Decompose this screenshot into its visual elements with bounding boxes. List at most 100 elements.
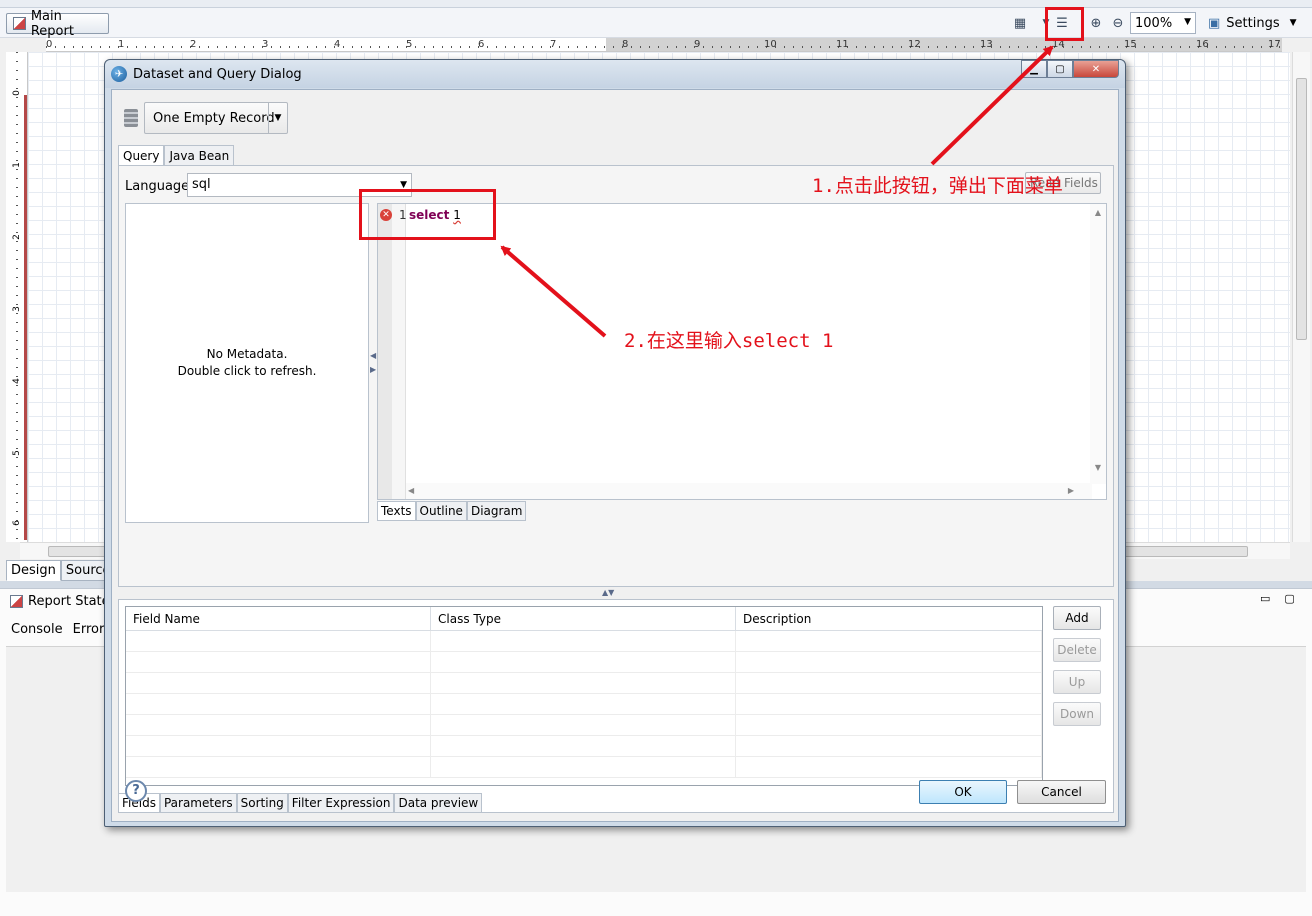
settings-label: Settings: [1226, 15, 1280, 31]
ruler-out-of-page: [606, 38, 1282, 51]
ruler-number: 6: [11, 520, 22, 526]
horizontal-ruler: 0 1 2 3 4 5 6 7 8 9 10 11 12 13 14 15 16…: [46, 38, 1282, 52]
table-row: [126, 694, 1042, 715]
metadata-tree[interactable]: No Metadata. Double click to refresh.: [125, 203, 369, 523]
splitter-arrows-icon[interactable]: ◀ ▶: [370, 349, 376, 377]
editor-horizontal-scrollbar[interactable]: ◀ ▶: [406, 483, 1092, 499]
tab-sorting[interactable]: Sorting: [236, 793, 288, 813]
data-adapter-value: One Empty Record: [153, 110, 275, 126]
table-row: [126, 715, 1042, 736]
close-icon[interactable]: ✕: [1073, 60, 1119, 78]
tab-console[interactable]: Console: [11, 622, 63, 637]
scroll-left-icon[interactable]: ◀: [408, 486, 414, 495]
compile-icon[interactable]: ▦: [1010, 13, 1030, 33]
panel-controls: ▭ ▢: [1260, 592, 1295, 605]
dialog-body: One Empty Record ▼ Query Java Bean Langu…: [111, 89, 1119, 822]
table-row: [126, 631, 1042, 652]
canvas-vertical-scrollbar[interactable]: [1292, 52, 1310, 542]
language-value: sql: [192, 177, 211, 192]
dialog-titlebar[interactable]: ✈ Dataset and Query Dialog ▁ ▢ ✕: [105, 60, 1125, 88]
down-button[interactable]: Down: [1053, 702, 1101, 726]
query-panel: Language sql ▼ Read Fields No Metadata. …: [118, 165, 1114, 587]
ruler-number: 2: [11, 234, 22, 240]
scroll-up-icon[interactable]: ▲: [1090, 208, 1106, 217]
tab-design[interactable]: Design: [6, 560, 61, 581]
ruler-ticks: [16, 52, 18, 542]
main-report-label: Main Report: [30, 8, 74, 39]
query-tabs: Query Java Bean: [118, 145, 235, 167]
zoom-select[interactable]: 100% ▼: [1130, 12, 1196, 34]
table-row: [126, 757, 1042, 778]
scroll-right-icon[interactable]: ▶: [1068, 486, 1074, 495]
maximize-icon[interactable]: ▢: [1284, 592, 1294, 605]
column-header-field-name[interactable]: Field Name: [126, 607, 431, 630]
help-icon[interactable]: ?: [125, 780, 147, 802]
restore-window-icon[interactable]: ▢: [1047, 60, 1073, 78]
minimize-icon[interactable]: ▭: [1260, 592, 1270, 605]
report-state-title[interactable]: Report State: [10, 594, 110, 609]
chevron-down-icon[interactable]: ▼: [268, 103, 287, 133]
tab-texts[interactable]: Texts: [377, 501, 416, 521]
table-row: [126, 673, 1042, 694]
report-state-label: Report State: [28, 594, 110, 609]
ruler-number: 4: [11, 378, 22, 384]
fields-table[interactable]: Field Name Class Type Description: [125, 606, 1043, 786]
ruler-number: 0: [11, 90, 22, 96]
line-number-column: [392, 204, 406, 499]
settings-button[interactable]: ▣ Settings ▼: [1208, 13, 1297, 33]
tab-outline[interactable]: Outline: [415, 501, 467, 521]
ruler-number: 0: [46, 39, 53, 50]
ruler-number: 13: [980, 39, 993, 50]
table-row: [126, 652, 1042, 673]
delete-button[interactable]: Delete: [1053, 638, 1101, 662]
tab-parameters[interactable]: Parameters: [159, 793, 237, 813]
jaspersoft-logo-icon: ✈: [111, 66, 127, 82]
minimize-window-icon[interactable]: ▁: [1021, 60, 1047, 78]
fields-table-header: Field Name Class Type Description: [126, 607, 1042, 631]
editor-vertical-scrollbar[interactable]: ▲ ▼: [1090, 204, 1106, 484]
zoom-out-icon[interactable]: ⊖: [1108, 13, 1128, 33]
metadata-line-2: Double click to refresh.: [177, 364, 317, 378]
scroll-down-icon[interactable]: ▼: [1090, 463, 1106, 472]
chevron-down-icon: ▼: [1289, 18, 1297, 28]
tab-query[interactable]: Query: [118, 145, 165, 167]
ruler-number: 15: [1124, 39, 1137, 50]
metadata-line-1: No Metadata.: [206, 347, 288, 361]
tab-java-bean[interactable]: Java Bean: [164, 145, 235, 167]
editor-tabs: Texts Outline Diagram: [377, 501, 527, 521]
ruler-number: 16: [1196, 39, 1209, 50]
ruler-number: 9: [694, 39, 701, 50]
ruler-number: 4: [334, 39, 341, 50]
main-report-tab[interactable]: Main Report: [6, 9, 109, 39]
add-button[interactable]: Add: [1053, 606, 1101, 630]
tab-diagram[interactable]: Diagram: [466, 501, 527, 521]
sash-arrows-icon[interactable]: ▲▼: [602, 588, 614, 597]
ruler-ticks: [46, 46, 1282, 48]
ruler-number: 10: [764, 39, 777, 50]
ruler-number: 7: [550, 39, 557, 50]
editor-gutter: ✕: [378, 204, 392, 499]
ruler-number: 5: [11, 450, 22, 456]
ruler-number: 12: [908, 39, 921, 50]
console-tabs: Console Errors: [11, 622, 111, 637]
ruler-number: 1: [118, 39, 125, 50]
tab-filter-expression[interactable]: Filter Expression: [287, 793, 395, 813]
zoom-in-icon[interactable]: ⊕: [1086, 13, 1106, 33]
column-header-class-type[interactable]: Class Type: [431, 607, 736, 630]
annotation-step-1: 1.点击此按钮，弹出下面菜单: [812, 175, 1063, 197]
annotation-step-2: 2.在这里输入select 1: [624, 330, 834, 352]
fields-tabs: Fields Parameters Sorting Filter Express…: [118, 793, 483, 813]
up-button[interactable]: Up: [1053, 670, 1101, 694]
ok-button[interactable]: OK: [919, 780, 1007, 804]
ruler-number: 11: [836, 39, 849, 50]
ruler-number: 17: [1268, 39, 1281, 50]
ruler-number: 1: [11, 162, 22, 168]
window-top-strip: [0, 0, 1312, 8]
chevron-down-icon: ▼: [1184, 17, 1191, 27]
zoom-value: 100%: [1135, 15, 1173, 31]
column-header-description[interactable]: Description: [736, 607, 1042, 630]
tab-data-preview[interactable]: Data preview: [394, 793, 483, 813]
scrollbar-thumb[interactable]: [1296, 78, 1307, 340]
data-adapter-select[interactable]: One Empty Record ▼: [144, 102, 288, 134]
cancel-button[interactable]: Cancel: [1017, 780, 1106, 804]
